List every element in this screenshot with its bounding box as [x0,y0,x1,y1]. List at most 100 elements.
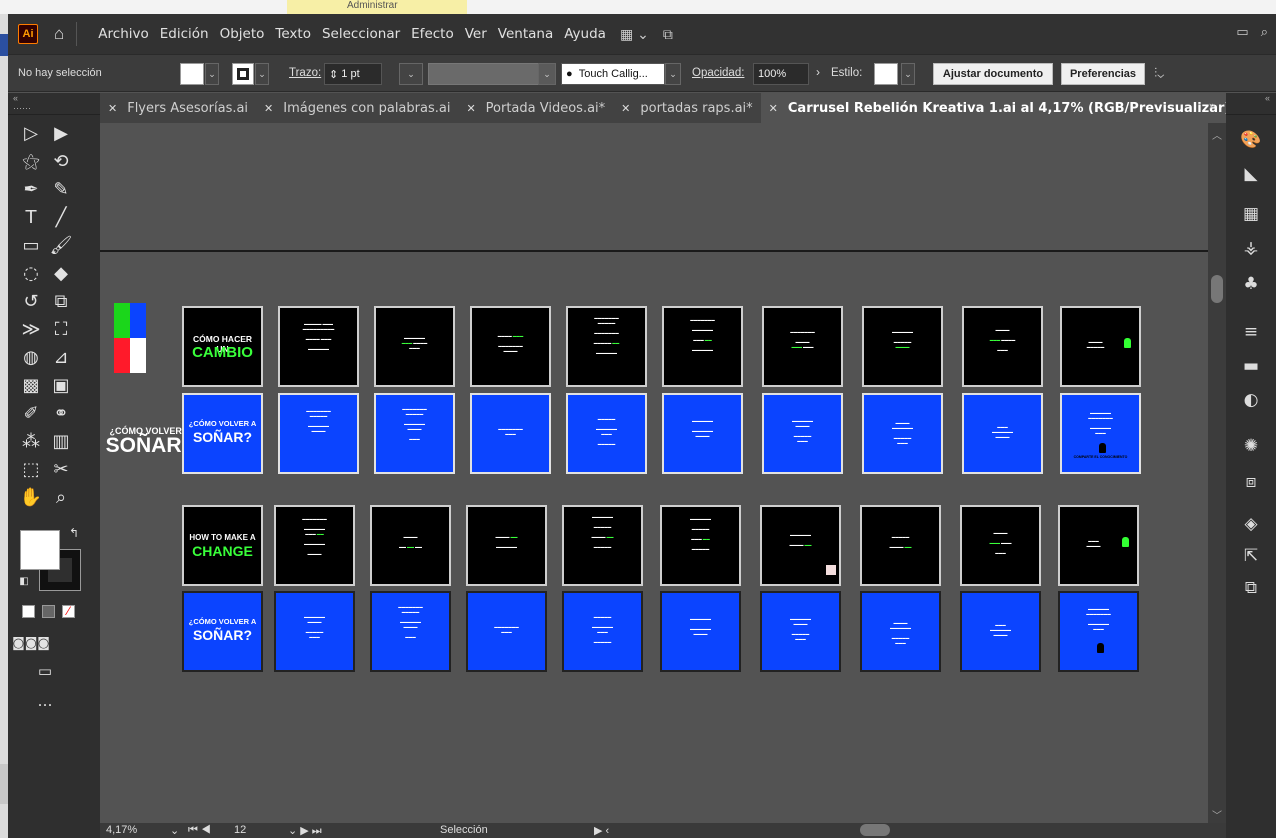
artboard-31[interactable]: ¿CÓMO VOLVER A SOÑAR? [182,591,263,672]
artboard-4[interactable]: ▬▬▬▬ ▬▬▬ ▬▬▬▬▬▬▬ ▬▬▬▬ [470,306,551,387]
artboard-17[interactable]: ▬▬▬▬▬▬ ▬▬▬▬ ▬▬▬▬▬ ▬▬▬ [762,393,843,474]
align-options-icon[interactable]: ⫶⌄ [1154,65,1164,81]
close-icon[interactable]: ✕ [621,102,630,115]
artboard-38[interactable]: ▬▬▬▬ ▬▬▬▬▬▬ ▬▬▬▬▬ ▬▬▬ [860,591,941,672]
lasso-tool-icon[interactable]: ⟲ [46,149,76,173]
gradient-panel-icon[interactable]: ▬ [1240,355,1262,377]
artboard-10[interactable]: ▬▬▬▬ ▬▬▬▬▬ [1060,306,1141,387]
artboard-16[interactable]: ▬▬▬▬▬▬ ▬▬▬▬▬▬ ▬▬▬▬ [662,393,743,474]
artboard-14[interactable]: ▬▬▬▬▬▬▬ ▬▬▬ [470,393,551,474]
graphic-style-swatch[interactable] [874,63,898,85]
color-panel-icon[interactable]: 🎨 [1240,129,1262,151]
artboard-tool-icon[interactable]: ⬚ [16,457,46,481]
direct-selection-tool-icon[interactable]: ▶ [46,121,76,145]
stroke-swatch[interactable] [232,63,254,85]
artboard-28[interactable]: ▬▬▬▬▬ ▬▬▬▬ ▬▬ [860,505,941,586]
artboard-22[interactable]: ▬▬▬▬▬▬▬ ▬▬▬▬▬▬ ▬▬▬ ▬▬ ▬▬▬▬▬▬ ▬▬▬▬ [274,505,355,586]
artboards-panel-icon[interactable]: ⧉ [1240,577,1262,599]
color-chip-blue[interactable] [130,303,146,338]
gradient-mode-icon[interactable] [42,605,55,618]
artboard-8[interactable]: ▬▬▬▬▬▬ ▬▬▬▬▬ ▬▬▬▬ [862,306,943,387]
width-tool-icon[interactable]: ≫ [16,317,46,341]
artboard-36[interactable]: ▬▬▬▬▬▬ ▬▬▬▬▬▬ ▬▬▬▬ [660,591,741,672]
screen-mode-icon[interactable]: ▭ [30,659,60,683]
gradient-tool-icon[interactable]: ▣ [46,373,76,397]
blend-tool-icon[interactable]: ⚭ [46,401,76,425]
artboard-25[interactable]: ▬▬▬▬▬▬ ▬▬▬▬▬ ▬▬▬▬ ▬▬ ▬▬▬▬▬ [562,505,643,586]
artboard-13[interactable]: ▬▬▬▬▬▬▬ ▬▬▬▬▬ ▬▬▬▬▬▬ ▬▬▬▬ ▬▬▬ [374,393,455,474]
chevron-down-icon[interactable]: ﹀ [1212,807,1222,822]
eraser-tool-icon[interactable]: ◆ [46,261,76,285]
artboard-40[interactable]: ▬▬▬▬▬▬ ▬▬▬▬▬▬▬ ▬▬▬▬▬▬ ▬▬▬ [1058,591,1139,672]
first-artboard-icon[interactable]: ⏮ ◀ [188,824,211,837]
line-tool-icon[interactable]: ╱ [46,205,76,229]
stroke-dropdown[interactable]: ⌄ [255,63,269,85]
tab-imagenes[interactable]: ✕ Imágenes con palabras.ai [256,93,458,123]
opacity-field[interactable]: 100% [753,63,809,85]
artboard-9[interactable]: ▬▬▬▬ ▬▬▬ ▬▬▬▬ ▬▬▬ [962,306,1043,387]
artboard-5[interactable]: ▬▬▬▬▬▬▬ ▬▬▬▬▬ ▬▬▬▬▬▬▬ ▬▬▬▬▬ ▬▬ ▬▬▬▬▬▬ [566,306,647,387]
swap-colors-icon[interactable]: ↰ [64,525,84,541]
stroke-label[interactable]: Trazo: [289,67,321,79]
graphic-styles-icon[interactable]: ⧈ [1240,471,1262,493]
color-mode-icon[interactable] [22,605,35,618]
scale-tool-icon[interactable]: ⧉ [46,289,76,313]
draw-normal-icon[interactable]: ◙◙◙ [12,631,50,655]
artboard-27[interactable]: ▬▬▬▬▬▬ ▬▬▬▬ ▬▬ [760,505,841,586]
more-tabs-icon[interactable]: » [1209,99,1216,113]
column-graph-tool-icon[interactable]: ▥ [46,429,76,453]
stroke-weight-field[interactable]: ⇕ 1 pt [324,63,382,85]
stroke-panel-icon[interactable]: ≡ [1240,321,1262,343]
tab-portada-videos[interactable]: ✕ Portada Videos.ai* [458,93,613,123]
style-label[interactable]: Estilo: [831,67,862,79]
artboard-26[interactable]: ▬▬▬▬▬▬ ▬▬▬▬▬ ▬▬▬ ▬▬ ▬▬▬▬▬ [660,505,741,586]
scrollbar-thumb[interactable] [1211,275,1223,303]
symbol-sprayer-tool-icon[interactable]: ⁂ [16,429,46,453]
artboard-37[interactable]: ▬▬▬▬▬▬ ▬▬▬▬ ▬▬▬▬▬ ▬▬▬ [760,591,841,672]
color-chip-white[interactable] [130,338,146,373]
artboard-39[interactable]: ▬▬▬ ▬▬▬▬▬▬ ▬▬▬▬ [960,591,1041,672]
artboard-34[interactable]: ▬▬▬▬▬▬▬ ▬▬▬ [466,591,547,672]
layers-panel-icon[interactable]: ◈ [1240,513,1262,535]
close-icon[interactable]: ✕ [264,102,273,115]
rotate-tool-icon[interactable]: ↺ [16,289,46,313]
vertical-scrollbar[interactable]: ︿ ﹀ [1208,123,1226,823]
status-menu-icon[interactable]: ▶ ‹ [594,824,609,837]
panel-toggle-icon[interactable]: ▭ [1236,24,1248,40]
artboard-11[interactable]: ¿CÓMO VOLVER A SOÑAR? [182,393,263,474]
color-chip-green[interactable] [114,303,130,338]
menu-edicion[interactable]: Edición [160,26,209,42]
opacity-arrow-icon[interactable]: › [816,65,820,79]
transparency-panel-icon[interactable]: ◐ [1240,389,1262,411]
appearance-panel-icon[interactable]: ✺ [1240,435,1262,457]
slice-tool-icon[interactable]: ✂ [46,457,76,481]
perspective-grid-tool-icon[interactable]: ⊿ [46,345,76,369]
fill-swatch[interactable] [180,63,204,85]
workspace-layout-icon[interactable]: ▦ ⌄ [620,26,649,43]
stroke-weight-dropdown[interactable]: ⌄ [399,63,423,85]
artboard-18[interactable]: ▬▬▬▬ ▬▬▬▬▬▬ ▬▬▬▬▬ ▬▬▬ [862,393,943,474]
zoom-level[interactable]: 4,17% [106,824,137,836]
artboard-30[interactable]: ▬▬▬ ▬▬▬▬ [1058,505,1139,586]
artboard-3[interactable]: ▬▬▬▬▬▬ ▬▬▬ ▬▬▬▬ ▬▬▬ [374,306,455,387]
artboard-19[interactable]: ▬▬▬ ▬▬▬▬▬▬ ▬▬▬▬ [962,393,1043,474]
artboard-35[interactable]: ▬▬▬▬▬ ▬▬▬▬▬▬ ▬▬▬ ▬▬▬▬▬ [562,591,643,672]
artboard-number[interactable]: 12 [234,824,246,836]
artboard-29[interactable]: ▬▬▬▬ ▬▬▬ ▬▬▬ ▬▬▬ [960,505,1041,586]
menu-texto[interactable]: Texto [275,26,311,42]
magic-wand-tool-icon[interactable]: ⚝ [16,149,46,173]
paintbrush-tool-icon[interactable]: 🖌 [46,233,76,257]
close-icon[interactable]: ✕ [769,102,778,115]
none-mode-icon[interactable]: ⁄ [62,605,75,618]
profile-dropdown[interactable]: ⌄ [538,63,556,85]
arrange-documents-icon[interactable]: ⧉ [663,26,673,43]
artboard-7[interactable]: ▬▬▬▬▬▬▬ ▬▬▬▬ ▬▬▬ ▬▬▬ [762,306,843,387]
curvature-tool-icon[interactable]: ✎ [46,177,76,201]
type-tool-icon[interactable]: T [16,205,46,229]
chevron-up-icon[interactable]: ︿ [1212,127,1222,142]
rectangle-tool-icon[interactable]: ▭ [16,233,46,257]
pen-tool-icon[interactable]: ✒ [16,177,46,201]
variable-width-profile[interactable] [428,63,540,85]
menu-efecto[interactable]: Efecto [411,26,454,42]
close-icon[interactable]: ✕ [466,102,475,115]
